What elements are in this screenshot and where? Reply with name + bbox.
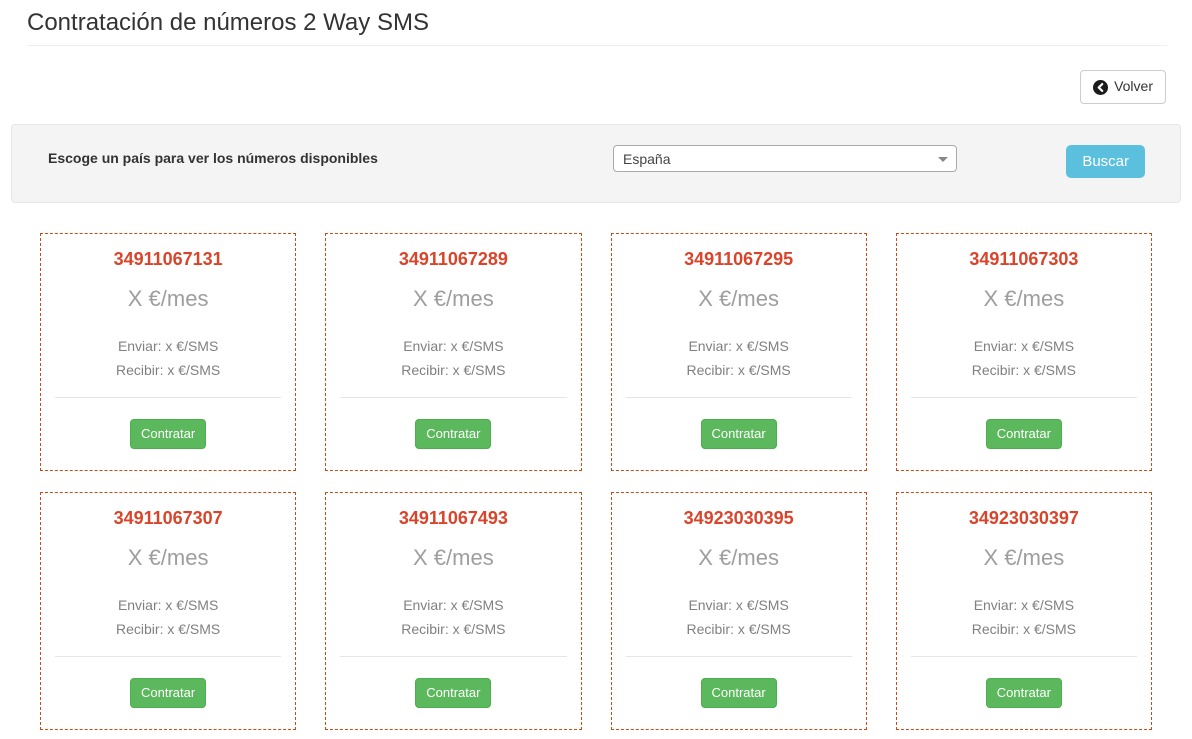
- card-divider: [911, 397, 1137, 398]
- page-title: Contratación de números 2 Way SMS: [27, 10, 1167, 36]
- card-divider: [55, 397, 281, 398]
- number-cards-grid: 34911067131 X €/mes Enviar: x €/SMS Reci…: [40, 233, 1152, 730]
- phone-number: 34911067295: [612, 249, 866, 269]
- send-price: Enviar: x €/SMS: [612, 597, 866, 613]
- number-card: 34911067295 X €/mes Enviar: x €/SMS Reci…: [611, 233, 867, 471]
- page: Contratación de números 2 Way SMS Volver…: [0, 0, 1192, 739]
- card-divider: [340, 656, 566, 657]
- card-divider: [626, 656, 852, 657]
- back-row: Volver: [27, 70, 1166, 104]
- monthly-price: X €/mes: [326, 545, 580, 571]
- number-card: 34911067307 X €/mes Enviar: x €/SMS Reci…: [40, 492, 296, 730]
- receive-price: Recibir: x €/SMS: [41, 362, 295, 378]
- card-divider: [626, 397, 852, 398]
- phone-number: 34911067131: [41, 249, 295, 269]
- card-divider: [340, 397, 566, 398]
- monthly-price: X €/mes: [41, 545, 295, 571]
- send-price: Enviar: x €/SMS: [326, 597, 580, 613]
- receive-price: Recibir: x €/SMS: [897, 362, 1151, 378]
- send-price: Enviar: x €/SMS: [897, 338, 1151, 354]
- receive-price: Recibir: x €/SMS: [612, 362, 866, 378]
- number-card: 34911067303 X €/mes Enviar: x €/SMS Reci…: [896, 233, 1152, 471]
- contract-button[interactable]: Contratar: [986, 419, 1062, 449]
- contract-button[interactable]: Contratar: [986, 678, 1062, 708]
- back-button[interactable]: Volver: [1080, 70, 1166, 104]
- send-price: Enviar: x €/SMS: [612, 338, 866, 354]
- phone-number: 34911067303: [897, 249, 1151, 269]
- number-card: 34923030397 X €/mes Enviar: x €/SMS Reci…: [896, 492, 1152, 730]
- country-search-panel: Escoge un país para ver los números disp…: [11, 124, 1181, 203]
- contract-button[interactable]: Contratar: [130, 678, 206, 708]
- back-button-label: Volver: [1114, 77, 1153, 97]
- arrow-circle-left-icon: [1093, 80, 1108, 95]
- monthly-price: X €/mes: [41, 286, 295, 312]
- monthly-price: X €/mes: [326, 286, 580, 312]
- receive-price: Recibir: x €/SMS: [612, 621, 866, 637]
- country-select-value: España: [623, 151, 670, 167]
- phone-number: 34911067289: [326, 249, 580, 269]
- number-card: 34911067131 X €/mes Enviar: x €/SMS Reci…: [40, 233, 296, 471]
- contract-button[interactable]: Contratar: [701, 678, 777, 708]
- monthly-price: X €/mes: [612, 286, 866, 312]
- card-divider: [911, 656, 1137, 657]
- send-price: Enviar: x €/SMS: [897, 597, 1151, 613]
- search-button[interactable]: Buscar: [1066, 145, 1145, 178]
- phone-number: 34923030397: [897, 508, 1151, 528]
- receive-price: Recibir: x €/SMS: [41, 621, 295, 637]
- monthly-price: X €/mes: [897, 545, 1151, 571]
- number-card: 34911067289 X €/mes Enviar: x €/SMS Reci…: [325, 233, 581, 471]
- card-divider: [55, 656, 281, 657]
- contract-button[interactable]: Contratar: [415, 419, 491, 449]
- send-price: Enviar: x €/SMS: [41, 597, 295, 613]
- send-price: Enviar: x €/SMS: [41, 338, 295, 354]
- phone-number: 34923030395: [612, 508, 866, 528]
- page-header: Contratación de números 2 Way SMS: [27, 0, 1167, 46]
- receive-price: Recibir: x €/SMS: [897, 621, 1151, 637]
- receive-price: Recibir: x €/SMS: [326, 362, 580, 378]
- contract-button[interactable]: Contratar: [130, 419, 206, 449]
- number-card: 34923030395 X €/mes Enviar: x €/SMS Reci…: [611, 492, 867, 730]
- chevron-down-icon: [938, 157, 948, 162]
- country-search-label: Escoge un país para ver los números disp…: [48, 145, 613, 166]
- number-card: 34911067493 X €/mes Enviar: x €/SMS Reci…: [325, 492, 581, 730]
- receive-price: Recibir: x €/SMS: [326, 621, 580, 637]
- monthly-price: X €/mes: [897, 286, 1151, 312]
- phone-number: 34911067307: [41, 508, 295, 528]
- send-price: Enviar: x €/SMS: [326, 338, 580, 354]
- contract-button[interactable]: Contratar: [701, 419, 777, 449]
- country-select[interactable]: España: [613, 145, 957, 172]
- monthly-price: X €/mes: [612, 545, 866, 571]
- contract-button[interactable]: Contratar: [415, 678, 491, 708]
- phone-number: 34911067493: [326, 508, 580, 528]
